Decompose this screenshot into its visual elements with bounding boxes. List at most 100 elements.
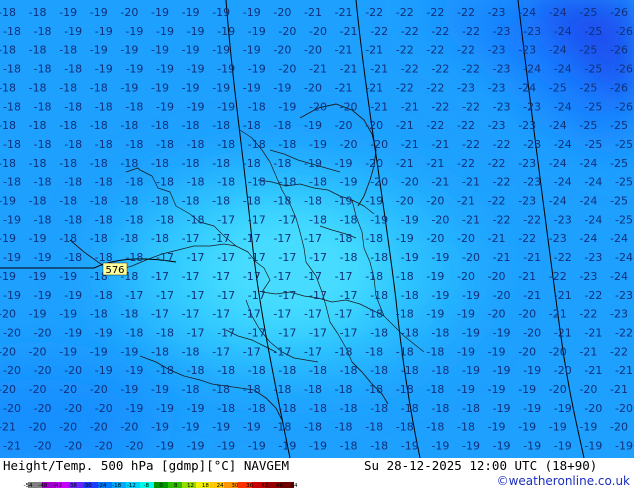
temperature-label: -18	[401, 289, 419, 302]
temperature-label: -19	[248, 440, 266, 453]
temperature-label: -18	[396, 383, 414, 396]
temperature-label: -18	[59, 157, 77, 170]
temperature-label: -17	[273, 308, 291, 321]
temperature-label: -22	[615, 326, 633, 339]
temperature-label: -18	[90, 157, 108, 170]
temperature-label: -20	[3, 326, 21, 339]
temperature-label: -23	[457, 81, 475, 94]
temperature-label: -20	[396, 195, 414, 208]
map-title: Height/Temp. 500 hPa [gdmp][°C] NAVGEM	[3, 458, 289, 473]
temperature-label: -17	[340, 289, 358, 302]
temperature-label: -18	[29, 119, 47, 132]
temperature-label: -19	[431, 251, 449, 264]
temperature-label: -26	[610, 81, 628, 94]
temperature-label: -18	[0, 119, 16, 132]
temperature-label: -18	[340, 402, 358, 415]
temperature-label: -19	[64, 289, 82, 302]
credit-link[interactable]: ©weatheronline.co.uk	[497, 474, 630, 488]
temperature-label: -23	[488, 119, 506, 132]
temperature-label: -24	[554, 100, 572, 113]
temperature-label: -18	[187, 364, 205, 377]
temperature-label: -19	[187, 25, 205, 38]
temperature-label: -18	[431, 402, 449, 415]
temperature-label: -17	[182, 308, 200, 321]
temperature-label: -19	[309, 138, 327, 151]
temperature-label: -19	[151, 6, 169, 19]
temperature-label: -19	[59, 345, 77, 358]
temperature-label: -18	[187, 138, 205, 151]
temperature-label: -19	[95, 364, 113, 377]
temperature-label: -19	[396, 232, 414, 245]
temperature-label: -20	[34, 440, 52, 453]
legend-label: -48	[38, 483, 48, 489]
temperature-label: -18	[365, 383, 383, 396]
temperature-label: -23	[554, 213, 572, 226]
temperature-label: -25	[579, 44, 597, 57]
temperature-label: -18	[370, 440, 388, 453]
temperature-label: -20	[370, 138, 388, 151]
temperature-label: -24	[549, 157, 567, 170]
temperature-label: -26	[615, 25, 633, 38]
temperature-label: -18	[59, 44, 77, 57]
temperature-label: -18	[187, 213, 205, 226]
temperature-label: -18	[462, 402, 480, 415]
legend-label: 18	[201, 483, 209, 489]
temperature-label: -20	[615, 402, 633, 415]
temperature-label: -22	[584, 289, 602, 302]
weather-map[interactable]: -18-18-19-19-20-19-19-19-19-20-21-21-22-…	[0, 0, 634, 458]
temperature-label: -18	[396, 270, 414, 283]
temperature-label: -19	[0, 195, 16, 208]
temperature-label: -20	[29, 421, 47, 434]
temperature-label: -17	[156, 251, 174, 264]
temperature-label: -18	[309, 402, 327, 415]
temperature-label: -21	[340, 25, 358, 38]
temperature-label: -26	[610, 6, 628, 19]
height-label-576: 576	[102, 262, 128, 276]
temperature-label: -19	[182, 6, 200, 19]
temperature-label: -20	[462, 251, 480, 264]
temperature-label: -19	[488, 383, 506, 396]
temperature-label: -18	[273, 421, 291, 434]
temperature-label: -18	[396, 345, 414, 358]
temperature-label: -19	[365, 195, 383, 208]
temperature-label: -17	[273, 345, 291, 358]
temperature-label: -20	[370, 176, 388, 189]
temperature-label: -22	[401, 63, 419, 76]
temperature-label: -17	[248, 251, 266, 264]
temperature-label: -20	[426, 232, 444, 245]
temperature-label: -19	[462, 364, 480, 377]
temperature-label: -20	[401, 176, 419, 189]
temperature-label: -22	[370, 25, 388, 38]
temperature-label: -18	[125, 176, 143, 189]
temperature-label: -18	[34, 25, 52, 38]
legend-label: 48	[275, 483, 283, 489]
temperature-label: -22	[488, 157, 506, 170]
temperature-label: -18	[273, 195, 291, 208]
temperature-label: -21	[401, 138, 419, 151]
temperature-label: -20	[278, 63, 296, 76]
temperature-label: -26	[615, 63, 633, 76]
temperature-label: -18	[125, 213, 143, 226]
temperature-label: -19	[523, 440, 541, 453]
temperature-label: -18	[95, 251, 113, 264]
temperature-label: -18	[59, 119, 77, 132]
temperature-label: -18	[156, 213, 174, 226]
temperature-label: -18	[370, 289, 388, 302]
temperature-label: -22	[457, 157, 475, 170]
temperature-label: -19	[304, 119, 322, 132]
temperature-label: -20	[340, 138, 358, 151]
temperature-label: -19	[212, 81, 230, 94]
temperature-label: -19	[95, 25, 113, 38]
temperature-label: -18	[365, 232, 383, 245]
temperature-label: -18	[34, 100, 52, 113]
temperature-label: -23	[488, 81, 506, 94]
temperature-label: -20	[29, 345, 47, 358]
temperature-label: -18	[125, 251, 143, 264]
temperature-label: -17	[304, 345, 322, 358]
temperature-label: -17	[182, 232, 200, 245]
temperature-label: -18	[34, 138, 52, 151]
temperature-label: -22	[493, 213, 511, 226]
temperature-label: -21	[462, 176, 480, 189]
temperature-label: -24	[554, 63, 572, 76]
legend-label: -18	[112, 483, 122, 489]
